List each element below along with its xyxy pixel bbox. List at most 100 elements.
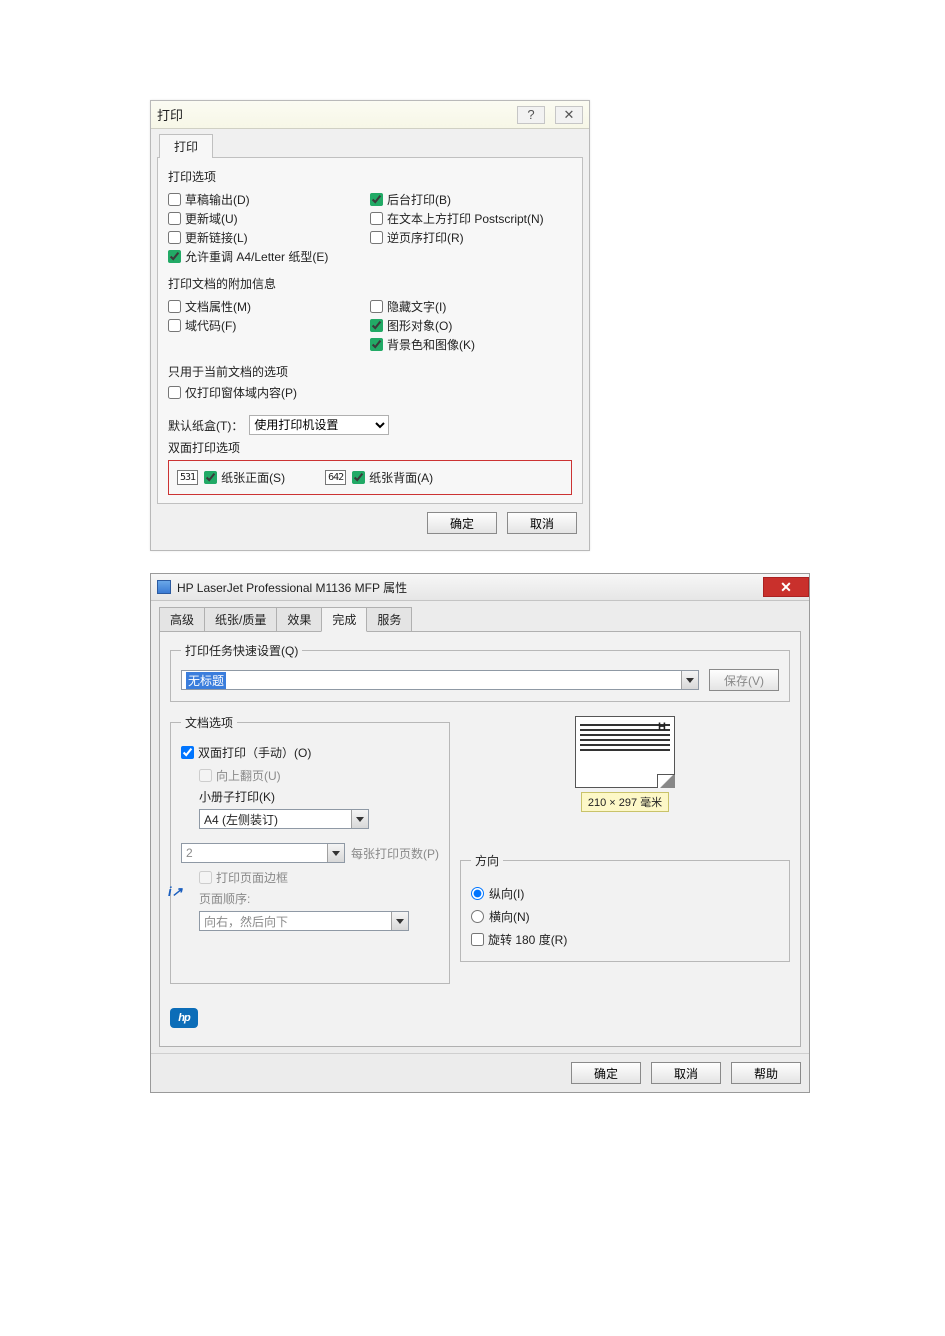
chk-drawing-objects[interactable]: 图形对象(O) [370,317,572,334]
ok-button[interactable]: 确定 [427,512,497,534]
tab-finishing[interactable]: 完成 [321,607,367,632]
page-preview: H 210 × 297 毫米 [565,716,685,812]
label: 草稿输出(D) [185,191,250,208]
help-button[interactable]: ? [517,106,545,124]
close-button[interactable]: ✕ [763,577,809,597]
tab-paper-quality[interactable]: 纸张/质量 [204,607,277,632]
group-current-doc: 只用于当前文档的选项 [168,363,572,380]
duplex-highlight-box: 531 纸张正面(S) 642 纸张背面(A) [168,460,572,495]
help-button[interactable]: 帮助 [731,1062,801,1084]
tab-effects[interactable]: 效果 [276,607,322,632]
label: 双面打印（手动）(O) [198,744,311,761]
group-duplex: 双面打印选项 [168,439,572,456]
hp-logo-icon: hp [170,1008,198,1028]
front-page-icon: 531 [177,470,198,485]
tab-services[interactable]: 服务 [366,607,412,632]
preview-page-icon: H [575,716,675,788]
label: 更新域(U) [185,210,238,227]
orientation-legend: 方向 [471,852,503,869]
label: 打印页面边框 [216,869,288,886]
dialog1-titlebar: 打印 ? ✕ [151,101,589,129]
chk-update-links[interactable]: 更新链接(L) [168,229,370,246]
cancel-button[interactable]: 取消 [651,1062,721,1084]
pages-per-sheet-select: 2 [181,843,345,863]
radio-landscape[interactable]: 横向(N) [471,908,779,925]
page-order-value: 向右，然后向下 [204,913,288,930]
label: 向上翻页(U) [216,767,281,784]
label: 纵向(I) [489,885,524,902]
print-options-dialog: 打印 ? ✕ 打印 打印选项 草稿输出(D) 更新域(U) 更新链接(L) 允许… [150,100,590,551]
default-tray-select[interactable]: 使用打印机设置 [249,415,389,435]
label: 允许重调 A4/Letter 纸型(E) [185,248,328,265]
close-button[interactable]: ✕ [555,106,583,124]
label: 图形对象(O) [387,317,452,334]
chk-page-border: 打印页面边框 [199,869,439,886]
preview-size-label: 210 × 297 毫米 [581,792,669,812]
chk-reverse-order[interactable]: 逆页序打印(R) [370,229,572,246]
label: 横向(N) [489,908,530,925]
chk-allow-a4-letter[interactable]: 允许重调 A4/Letter 纸型(E) [168,248,370,265]
chk-background-color-image[interactable]: 背景色和图像(K) [370,336,572,353]
docopt-legend: 文档选项 [181,714,237,731]
chk-draft-output[interactable]: 草稿输出(D) [168,191,370,208]
label: 隐藏文字(I) [387,298,446,315]
info-icon: i↗ [168,884,183,900]
booklet-select[interactable]: A4 (左侧装订) [199,809,369,829]
quickset-legend: 打印任务快速设置(Q) [181,642,302,659]
group-quickset: 打印任务快速设置(Q) 无标题 保存(V) [170,642,790,702]
booklet-label: 小册子打印(K) [199,788,439,805]
chk-update-fields[interactable]: 更新域(U) [168,210,370,227]
chevron-down-icon [681,671,698,689]
chk-background-print[interactable]: 后台打印(B) [370,191,572,208]
quickset-value: 无标题 [186,672,226,689]
tab-print[interactable]: 打印 [159,134,213,158]
tab-panel-finishing: 打印任务快速设置(Q) 无标题 保存(V) 文档选项 [159,631,801,1047]
back-page-icon: 642 [325,470,346,485]
chk-rotate-180[interactable]: 旋转 180 度(R) [471,931,779,948]
chevron-down-icon [351,810,368,828]
booklet-value: A4 (左侧装订) [204,811,278,828]
tab-panel-print: 打印选项 草稿输出(D) 更新域(U) 更新链接(L) 允许重调 A4/Lett… [157,157,583,504]
label: 背景色和图像(K) [387,336,475,353]
chk-manual-duplex[interactable]: 双面打印（手动）(O) [181,744,439,761]
label: 仅打印窗体域内容(P) [185,384,297,401]
chk-doc-properties[interactable]: 文档属性(M) [168,298,370,315]
chk-print-form-fields-only[interactable]: 仅打印窗体域内容(P) [168,384,572,401]
tabstrip: 高级 纸张/质量 效果 完成 服务 [159,607,801,632]
tab-advanced[interactable]: 高级 [159,607,205,632]
dialog2-titlebar: HP LaserJet Professional M1136 MFP 属性 ✕ [151,574,809,601]
chk-print-postscript-over-text[interactable]: 在文本上方打印 Postscript(N) [370,210,572,227]
group-attach-info: 打印文档的附加信息 [168,275,572,292]
chevron-down-icon [327,844,344,862]
chk-field-codes[interactable]: 域代码(F) [168,317,370,334]
pages-per-sheet-label: 每张打印页数(P) [351,845,439,862]
radio-portrait[interactable]: 纵向(I) [471,885,779,902]
save-button[interactable]: 保存(V) [709,669,779,691]
label: 纸张背面(A) [369,469,433,486]
group-document-options: 文档选项 双面打印（手动）(O) 向上翻页(U) 小册子打印(K [170,714,450,984]
label: 纸张正面(S) [221,469,285,486]
label: 旋转 180 度(R) [488,931,567,948]
cancel-button[interactable]: 取消 [507,512,577,534]
pages-per-sheet-value: 2 [186,846,193,860]
dialog2-title-text: HP LaserJet Professional M1136 MFP 属性 [177,579,407,596]
page-order-label: 页面顺序: [199,890,439,907]
group-orientation: 方向 纵向(I) 横向(N) 旋转 180 度(R) [460,852,790,962]
page-order-select: 向右，然后向下 [199,911,409,931]
quickset-combo[interactable]: 无标题 [181,670,699,690]
dialog1-title: 打印 [157,105,183,124]
printer-icon [157,580,171,594]
label: 更新链接(L) [185,229,248,246]
label: 逆页序打印(R) [387,229,464,246]
chk-paper-back[interactable]: 纸张背面(A) [352,469,433,486]
chk-hidden-text[interactable]: 隐藏文字(I) [370,298,572,315]
label: 文档属性(M) [185,298,251,315]
label: 在文本上方打印 Postscript(N) [387,210,544,227]
printer-properties-dialog: HP LaserJet Professional M1136 MFP 属性 ✕ … [150,573,810,1093]
label: 后台打印(B) [387,191,451,208]
default-tray-label: 默认纸盒(T)： [168,417,243,434]
ok-button[interactable]: 确定 [571,1062,641,1084]
chk-flip-up: 向上翻页(U) [199,767,439,784]
chk-paper-front[interactable]: 纸张正面(S) [204,469,285,486]
chevron-down-icon [391,912,408,930]
